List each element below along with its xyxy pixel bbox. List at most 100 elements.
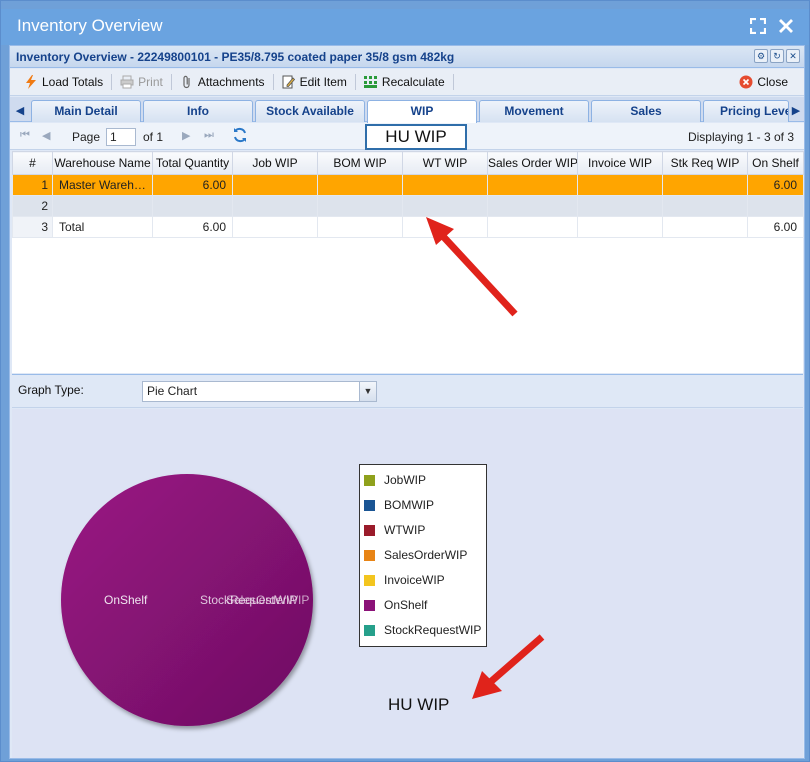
legend-swatch bbox=[364, 549, 375, 561]
panel-title: Inventory Overview - 22249800101 - PE35/… bbox=[16, 50, 455, 64]
arrow-shaft bbox=[437, 230, 518, 317]
close-window-icon[interactable] bbox=[777, 17, 795, 35]
legend-item[interactable]: InvoiceWIP bbox=[364, 573, 445, 587]
edit-document-icon bbox=[282, 75, 296, 89]
col-header-job-wip[interactable]: Job WIP bbox=[232, 151, 318, 175]
tab-pricing-levels[interactable]: Pricing Leve bbox=[703, 100, 789, 122]
refresh-icon[interactable]: ↻ bbox=[770, 49, 784, 63]
col-header-warehouse[interactable]: Warehouse Name bbox=[52, 151, 153, 175]
tab-info[interactable]: Info bbox=[143, 100, 253, 122]
bom-wip-cell bbox=[317, 195, 403, 217]
close-button[interactable]: Close bbox=[731, 71, 796, 93]
next-page-icon[interactable]: ▶ bbox=[182, 129, 190, 142]
print-label: Print bbox=[138, 75, 163, 89]
prev-page-icon[interactable]: ◀ bbox=[42, 129, 50, 142]
close-icon[interactable]: ✕ bbox=[786, 49, 800, 63]
gear-icon[interactable]: ⚙ bbox=[754, 49, 768, 63]
legend-swatch bbox=[364, 624, 375, 636]
recalculate-button[interactable]: Recalculate bbox=[356, 71, 453, 93]
col-header-stk-req-wip[interactable]: Stk Req WIP bbox=[662, 151, 748, 175]
inventory-panel: Inventory Overview - 22249800101 - PE35/… bbox=[9, 45, 805, 759]
displaying-count: Displaying 1 - 3 of 3 bbox=[687, 130, 794, 144]
invoice-wip-cell bbox=[577, 174, 663, 196]
col-header-bom-wip[interactable]: BOM WIP bbox=[317, 151, 403, 175]
table-row[interactable]: 2 bbox=[12, 195, 804, 217]
maximize-icon[interactable] bbox=[749, 17, 767, 35]
row-number: 3 bbox=[12, 216, 53, 238]
warehouse-cell: Master Wareho... bbox=[52, 174, 153, 196]
annotation-arrow-bottom-shaft bbox=[484, 634, 545, 688]
tab-scroll-left-icon[interactable]: ◀ bbox=[12, 101, 28, 119]
invoice-wip-cell bbox=[577, 216, 663, 238]
table-row[interactable]: 3 Total 6.00 6.00 bbox=[12, 216, 804, 238]
wip-grid: # Warehouse Name Total Quantity Job WIP … bbox=[12, 151, 804, 373]
edit-item-label: Edit Item bbox=[299, 75, 347, 89]
legend-swatch bbox=[364, 499, 375, 511]
bom-wip-cell bbox=[317, 216, 403, 238]
col-header-wt-wip[interactable]: WT WIP bbox=[402, 151, 488, 175]
legend-item[interactable]: BOMWIP bbox=[364, 498, 434, 512]
load-totals-button[interactable]: Load Totals bbox=[16, 71, 111, 93]
tab-stock-available[interactable]: Stock Available bbox=[255, 100, 365, 122]
wt-wip-cell bbox=[402, 174, 488, 196]
legend-swatch bbox=[364, 474, 375, 486]
paging-toolbar: ⏮ ◀ Page 1 of 1 ▶ ⏭ HU WIP Displaying 1 … bbox=[10, 123, 804, 150]
on-shelf-cell: 6.00 bbox=[747, 174, 804, 196]
print-button[interactable]: Print bbox=[112, 71, 171, 93]
chart-area: OnShelf StockRequestWIP SalesOrderWIP Jo… bbox=[12, 409, 803, 758]
on-shelf-cell bbox=[747, 195, 804, 217]
col-header-invoice-wip[interactable]: Invoice WIP bbox=[577, 151, 663, 175]
tab-sales[interactable]: Sales bbox=[591, 100, 701, 122]
col-header-sales-order-wip[interactable]: Sales Order WIP bbox=[487, 151, 578, 175]
hu-wip-annotation-label: HU WIP bbox=[388, 695, 450, 714]
col-header-num[interactable]: # bbox=[12, 151, 53, 175]
refresh-icon[interactable] bbox=[232, 127, 248, 146]
graph-type-bar: Graph Type: Pie Chart ▼ bbox=[12, 374, 803, 408]
legend-item[interactable]: WTWIP bbox=[364, 523, 425, 537]
window-title: Inventory Overview bbox=[17, 16, 163, 35]
legend-swatch bbox=[364, 524, 375, 536]
col-header-total-quantity[interactable]: Total Quantity bbox=[152, 151, 233, 175]
paperclip-icon bbox=[180, 75, 194, 89]
legend-label: StockRequestWIP bbox=[384, 623, 482, 637]
tab-movement[interactable]: Movement bbox=[479, 100, 589, 122]
attachments-label: Attachments bbox=[197, 75, 265, 89]
legend-item[interactable]: OnShelf bbox=[364, 598, 427, 612]
graph-type-select[interactable]: Pie Chart ▼ bbox=[142, 381, 377, 402]
table-row[interactable]: 1 Master Wareho... 6.00 6.00 bbox=[12, 174, 804, 196]
lightning-icon bbox=[24, 75, 38, 89]
attachments-button[interactable]: Attachments bbox=[172, 71, 273, 93]
legend-item[interactable]: JobWIP bbox=[364, 473, 426, 487]
inventory-overview-window: Inventory Overview Inventory Overview - … bbox=[0, 0, 810, 762]
grid-header-row: # Warehouse Name Total Quantity Job WIP … bbox=[12, 151, 804, 175]
pie-slice-label: SalesOrderWIP bbox=[226, 593, 309, 607]
tab-wip[interactable]: WIP bbox=[367, 100, 477, 123]
edit-item-button[interactable]: Edit Item bbox=[274, 71, 355, 93]
total-quantity-cell: 6.00 bbox=[152, 174, 233, 196]
legend-label: BOMWIP bbox=[384, 498, 434, 512]
legend-swatch bbox=[364, 574, 375, 586]
last-page-icon[interactable]: ⏭ bbox=[204, 129, 214, 142]
legend-label: WTWIP bbox=[384, 523, 426, 537]
panel-header: Inventory Overview - 22249800101 - PE35/… bbox=[10, 46, 804, 68]
total-quantity-cell bbox=[152, 195, 233, 217]
tab-scroll-right-icon[interactable]: ▶ bbox=[788, 101, 804, 119]
legend-label: SalesOrderWIP bbox=[384, 548, 468, 562]
legend-label: OnShelf bbox=[384, 598, 428, 612]
col-header-on-shelf[interactable]: On Shelf bbox=[747, 151, 804, 175]
job-wip-cell bbox=[232, 174, 318, 196]
invoice-wip-cell bbox=[577, 195, 663, 217]
wt-wip-cell bbox=[402, 195, 488, 217]
legend-item[interactable]: StockRequestWIP bbox=[364, 623, 481, 637]
row-number: 2 bbox=[12, 195, 53, 217]
row-number: 1 bbox=[12, 174, 53, 196]
tab-main-detail[interactable]: Main Detail bbox=[31, 100, 141, 122]
tab-strip: ◀ Main Detail Info Stock Available WIP M… bbox=[10, 97, 804, 123]
load-totals-label: Load Totals bbox=[42, 75, 104, 89]
chevron-down-icon[interactable]: ▼ bbox=[359, 382, 376, 401]
on-shelf-cell: 6.00 bbox=[747, 216, 804, 238]
page-number-input[interactable]: 1 bbox=[106, 128, 136, 146]
legend-item[interactable]: SalesOrderWIP bbox=[364, 548, 467, 562]
first-page-icon[interactable]: ⏮ bbox=[20, 129, 30, 142]
job-wip-cell bbox=[232, 195, 318, 217]
